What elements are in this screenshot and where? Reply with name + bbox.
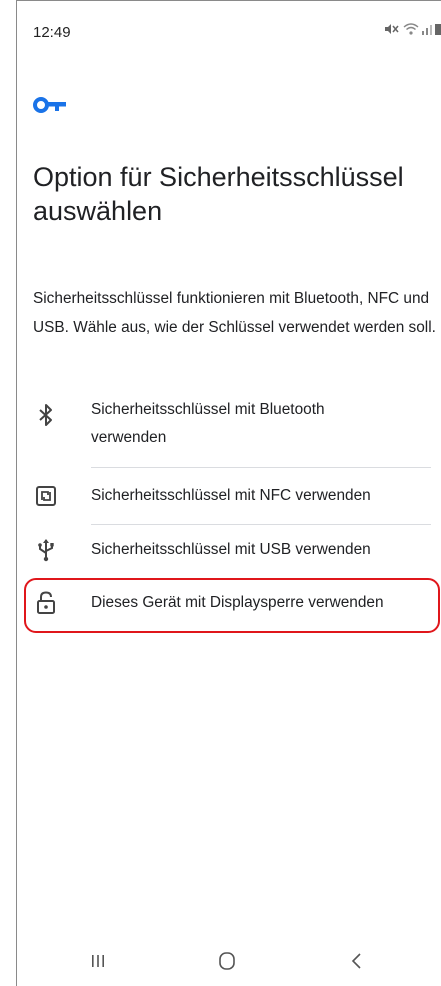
description-text: Sicherheitsschlüssel funktionieren mit B…	[33, 290, 436, 336]
back-icon	[350, 952, 364, 975]
screen-lock-icon	[33, 590, 59, 616]
battery-icon	[435, 22, 441, 40]
home-icon	[218, 951, 236, 976]
option-nfc[interactable]: Sicherheitsschlüssel mit NFC verwenden	[33, 468, 433, 524]
bluetooth-icon	[33, 402, 59, 428]
mute-icon	[384, 22, 400, 40]
option-screen-lock[interactable]: Dieses Gerät mit Displaysperre verwenden	[33, 575, 433, 631]
usb-icon	[33, 537, 59, 563]
option-screen-lock-label: Dieses Gerät mit Displaysperre verwenden	[91, 594, 384, 611]
wifi-icon	[403, 22, 419, 40]
back-button[interactable]	[342, 950, 372, 976]
option-usb[interactable]: Sicherheitsschlüssel mit USB verwenden	[33, 525, 433, 575]
recent-apps-icon	[90, 953, 106, 974]
navigation-bar	[16, 940, 441, 986]
option-nfc-label: Sicherheitsschlüssel mit NFC verwenden	[91, 487, 371, 504]
status-bar: 12:49	[16, 0, 441, 60]
status-time: 12:49	[33, 24, 71, 41]
home-button[interactable]	[212, 950, 242, 976]
option-bluetooth-label: Sicherheitsschlüssel mit Bluetooth verwe…	[91, 401, 325, 446]
nfc-icon	[33, 483, 59, 509]
option-usb-label: Sicherheitsschlüssel mit USB verwenden	[91, 541, 371, 558]
options-list: Sicherheitsschlüssel mit Bluetooth verwe…	[33, 392, 433, 631]
status-icons	[384, 22, 441, 40]
key-icon	[33, 96, 67, 114]
signal-icon	[422, 22, 432, 40]
page-title: Option für Sicherheitsschlüssel auswähle…	[33, 162, 404, 226]
recent-apps-button[interactable]	[83, 950, 113, 976]
option-bluetooth[interactable]: Sicherheitsschlüssel mit Bluetooth verwe…	[33, 392, 433, 467]
